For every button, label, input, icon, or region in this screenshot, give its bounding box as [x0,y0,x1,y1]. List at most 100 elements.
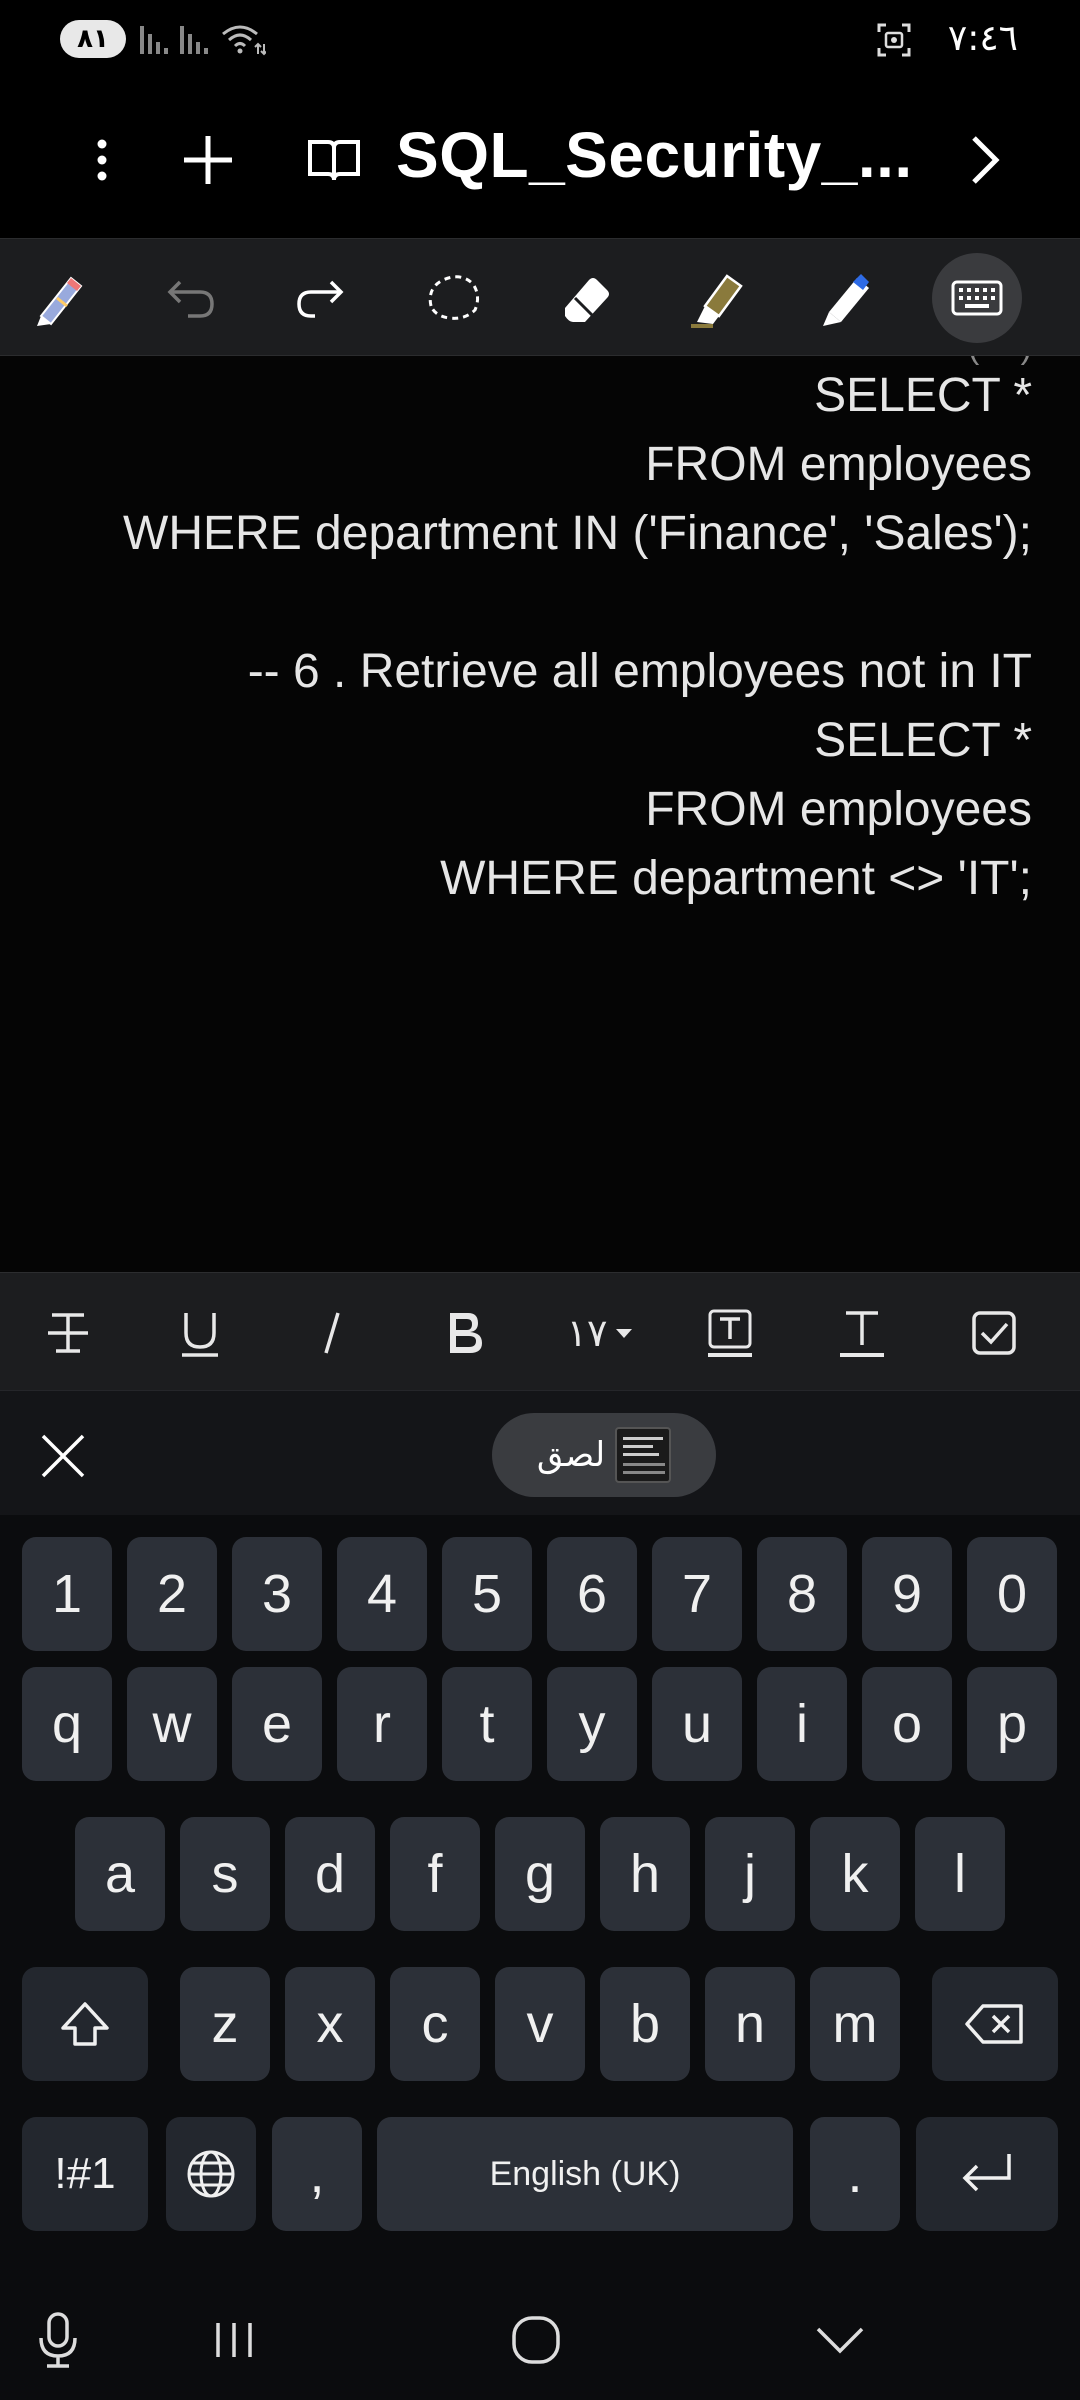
pen-button[interactable] [800,253,890,343]
text-color-button[interactable] [820,1297,904,1369]
shift-key[interactable] [22,1967,148,2081]
book-icon [308,140,360,181]
pen-icon [823,274,869,326]
underline-button[interactable] [158,1297,242,1369]
key-p[interactable]: p [967,1667,1057,1781]
key-u[interactable]: u [652,1667,742,1781]
key-7[interactable]: 7 [652,1537,742,1651]
lasso-button[interactable] [408,253,498,343]
home-icon [512,2316,560,2364]
key-z[interactable]: z [180,1967,270,2081]
note-line: FROM employees [645,438,1032,491]
checkbox-icon [972,1311,1016,1355]
hide-keyboard-button[interactable] [800,2304,880,2376]
key-m[interactable]: m [810,1967,900,2081]
checkbox-button[interactable] [952,1297,1036,1369]
globe-icon [187,2150,235,2198]
key-3[interactable]: 3 [232,1537,322,1651]
next-button[interactable] [952,128,1016,192]
enter-key[interactable] [916,2117,1058,2231]
key-d[interactable]: d [285,1817,375,1931]
key-o[interactable]: o [862,1667,952,1781]
paste-suggestion-chip[interactable]: لصق [492,1413,716,1497]
key-f[interactable]: f [390,1817,480,1931]
system-nav-bar [0,2280,1080,2400]
key-s[interactable]: s [180,1817,270,1931]
key-h[interactable]: h [600,1817,690,1931]
key-a[interactable]: a [75,1817,165,1931]
key-1[interactable]: 1 [22,1537,112,1651]
recent-apps-button[interactable] [194,2304,274,2376]
shift-icon [61,2002,109,2046]
plus-icon [184,136,232,184]
text-color-icon [840,1311,884,1357]
key-2[interactable]: 2 [127,1537,217,1651]
add-button[interactable] [176,128,240,192]
font-size-value: ١٧ [566,1311,608,1355]
voice-input-button[interactable] [18,2304,98,2376]
signal-icon-2 [180,26,208,54]
clipboard-thumbnail [615,1427,672,1483]
backspace-key[interactable] [932,1967,1058,2081]
eraser-button[interactable] [540,253,630,343]
key-4[interactable]: 4 [337,1537,427,1651]
key-j[interactable]: j [705,1817,795,1931]
key-q[interactable]: q [22,1667,112,1781]
key-r[interactable]: r [337,1667,427,1781]
key-n[interactable]: n [705,1967,795,2081]
status-bar: ٨١ ٧:٤٦ [0,0,1080,80]
key-e[interactable]: e [232,1667,322,1781]
comma-key[interactable]: , [272,2117,362,2231]
note-line: WHERE department IN ('Finance', 'Sales')… [123,507,1032,560]
close-icon [41,1434,85,1478]
screenshot-icon [877,23,911,57]
undo-icon [167,280,214,318]
italic-icon [324,1312,340,1354]
home-button[interactable] [496,2304,576,2376]
italic-button[interactable] [290,1297,374,1369]
undo-button[interactable] [145,253,235,343]
clipped-line: ' ( ' ' ) [952,356,1032,367]
key-9[interactable]: 9 [862,1537,952,1651]
key-g[interactable]: g [495,1817,585,1931]
key-t[interactable]: t [442,1667,532,1781]
strikethrough-button[interactable] [26,1297,110,1369]
key-5[interactable]: 5 [442,1537,532,1651]
pen-settings-button[interactable] [14,253,104,343]
reading-mode-button[interactable] [302,128,366,192]
keyboard-mode-button[interactable] [932,253,1022,343]
highlighter-button[interactable] [670,253,760,343]
microphone-icon [39,2312,77,2368]
redo-button[interactable] [276,253,366,343]
lasso-icon [428,275,480,320]
strikethrough-icon [48,1313,88,1353]
key-b[interactable]: b [600,1967,690,2081]
enter-icon [962,2154,1011,2192]
bold-button[interactable] [422,1297,506,1369]
note-line: -- 6 . Retrieve all employees not in IT [247,645,1032,698]
language-key[interactable] [166,2117,256,2231]
key-8[interactable]: 8 [757,1537,847,1651]
more-options-button[interactable] [70,128,134,192]
paste-label: لصق [536,1435,606,1475]
page-title[interactable]: SQL_Security_... [396,118,913,192]
key-x[interactable]: x [285,1967,375,2081]
key-0[interactable]: 0 [967,1537,1057,1651]
key-k[interactable]: k [810,1817,900,1931]
text-background-button[interactable] [688,1297,772,1369]
font-size-dropdown[interactable]: ١٧ [556,1297,646,1369]
key-6[interactable]: 6 [547,1537,637,1651]
period-key[interactable]: . [810,2117,900,2231]
key-l[interactable]: l [915,1817,1005,1931]
key-w[interactable]: w [127,1667,217,1781]
key-i[interactable]: i [757,1667,847,1781]
more-vert-icon [97,139,107,181]
close-suggestion-button[interactable] [30,1423,96,1489]
note-editor[interactable]: ' ( ' ' ) SELECT * FROM employees WHERE … [0,356,1080,1272]
keyboard: لصق !#1 , English (UK) . 1 2 3 4 5 6 7 8… [0,1390,1080,2400]
key-c[interactable]: c [390,1967,480,2081]
key-v[interactable]: v [495,1967,585,2081]
symbols-key[interactable]: !#1 [22,2117,148,2231]
key-y[interactable]: y [547,1667,637,1781]
space-key[interactable]: English (UK) [377,2117,793,2231]
